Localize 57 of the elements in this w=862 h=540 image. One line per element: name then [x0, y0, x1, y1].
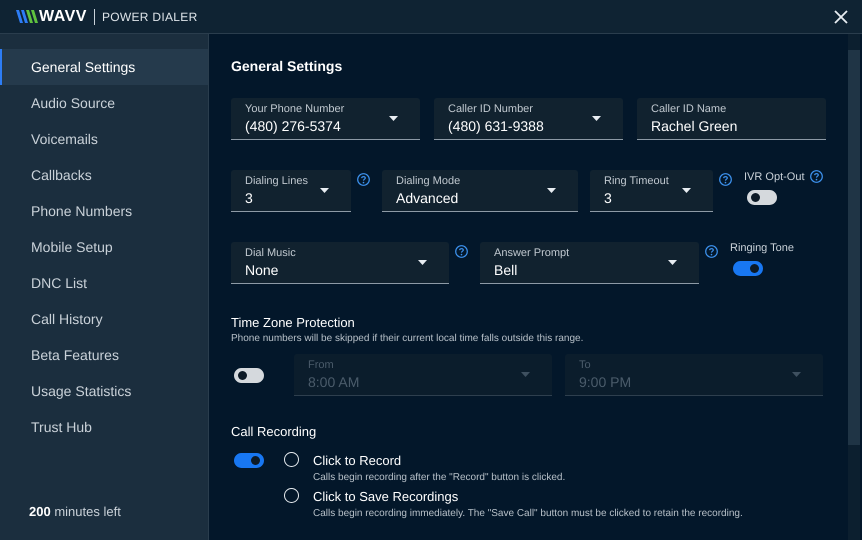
caret-icon — [792, 372, 801, 377]
help-icon[interactable] — [455, 245, 468, 258]
caret-icon — [682, 188, 691, 193]
sidebar-item[interactable]: Usage Statistics — [0, 373, 208, 409]
caret-icon — [668, 260, 677, 265]
logo-stripes-icon — [16, 10, 38, 23]
sidebar-item[interactable]: Phone Numbers — [0, 193, 208, 229]
close-button[interactable] — [834, 10, 848, 24]
toggle-label: IVR Opt-Out — [744, 170, 805, 182]
sidebar-item[interactable]: Mobile Setup — [0, 229, 208, 265]
minutes-count: 200 — [29, 504, 51, 519]
caret-icon — [320, 188, 329, 193]
toggle-label: Ringing Tone — [730, 242, 794, 254]
sidebar-item[interactable]: DNC List — [0, 265, 208, 301]
minutes-label: minutes left — [54, 504, 121, 519]
help-icon[interactable] — [357, 173, 370, 186]
dropdown-field[interactable]: Dialing Lines 3 — [231, 170, 351, 212]
dropdown-field[interactable]: Dialing Mode Advanced — [382, 170, 578, 212]
option-description: Calls begin recording immediately. The "Save Call" button must be clicked to retain the recording. — [313, 508, 743, 519]
toggle-switch[interactable] — [733, 261, 763, 276]
section-title: General Settings — [231, 58, 344, 74]
toggle-switch[interactable] — [747, 190, 777, 205]
radio-button[interactable] — [284, 488, 299, 503]
option-label: Click to Save Recordings — [313, 489, 460, 504]
dropdown-field[interactable]: Ring Timeout 3 — [590, 170, 713, 212]
help-icon[interactable] — [719, 173, 732, 186]
caret-icon — [418, 260, 427, 265]
option-description: Calls begin recording after the "Record" button is clicked. — [313, 472, 566, 483]
sidebar-item[interactable]: Voicemails — [0, 121, 208, 157]
sidebar-item[interactable]: Trust Hub — [0, 409, 208, 445]
dropdown-field[interactable]: Answer Prompt Bell — [480, 242, 699, 284]
caret-icon — [521, 372, 530, 377]
toggle-switch[interactable] — [234, 453, 264, 468]
toggle-switch[interactable] — [234, 368, 264, 382]
scrollbar[interactable] — [848, 34, 860, 540]
dropdown-field[interactable]: Dial Music None — [231, 242, 449, 284]
sidebar-item[interactable]: General Settings — [0, 49, 208, 85]
option-label: Click to Record — [313, 453, 402, 468]
sidebar-item[interactable]: Beta Features — [0, 337, 208, 373]
product-name: POWER DIALER — [102, 10, 198, 24]
sidebar-item[interactable]: Call History — [0, 301, 208, 337]
close-icon — [834, 10, 848, 24]
help-icon[interactable] — [705, 245, 718, 258]
section-heading: Call Recording — [231, 424, 318, 439]
caret-icon — [547, 188, 556, 193]
input-field[interactable]: Caller ID Name Rachel Green — [637, 98, 826, 140]
caret-icon — [389, 116, 398, 121]
help-icon[interactable] — [810, 170, 823, 183]
sidebar-item[interactable]: Callbacks — [0, 157, 208, 193]
section-description: Phone numbers will be skipped if their current local time falls outside this range. — [231, 333, 584, 344]
dropdown-field[interactable]: Your Phone Number (480) 276-5374 — [231, 98, 420, 140]
caret-icon — [592, 116, 601, 121]
sidebar-item[interactable]: Audio Source — [0, 85, 208, 121]
logo-text: WAVV — [39, 8, 87, 26]
radio-button[interactable] — [284, 452, 299, 467]
section-heading: Time Zone Protection — [231, 315, 356, 330]
dropdown-field[interactable]: Caller ID Number (480) 631-9388 — [434, 98, 623, 140]
